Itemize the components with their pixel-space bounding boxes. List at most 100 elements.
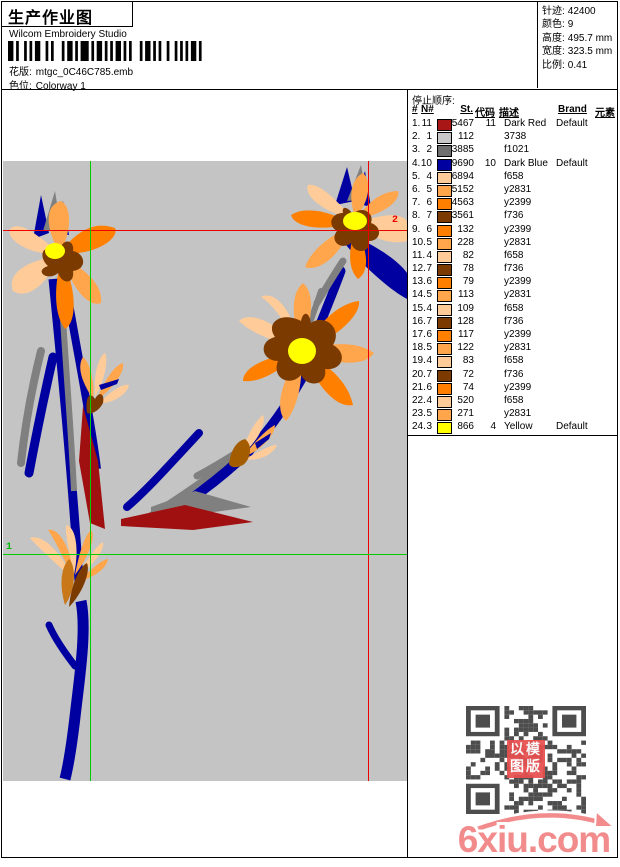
guide-marker-2: 2	[392, 215, 399, 226]
table-row: 14. 5 113 y2831	[411, 289, 617, 303]
cell-st: 122	[457, 342, 474, 354]
table-body: 1. 11 5467 11 Dark Red Default 2. 1 112 3738 3. 2 38…	[411, 118, 617, 435]
cell-desc: y2399	[504, 223, 532, 235]
cell-st: 3885	[451, 144, 474, 156]
worksheet-frame: 生产作业图 Wilcom Embroidery Studio 花版: mtgc_0…	[1, 1, 618, 863]
cell-n: 6	[426, 197, 432, 209]
col-brand: Brand	[558, 104, 587, 115]
cell-n: 6	[426, 276, 432, 288]
cell-st: 520	[457, 394, 474, 406]
table-row: 3. 2 3885 f1021	[411, 144, 617, 158]
cell-n: 3	[426, 421, 432, 433]
table-row: 1. 11 5467 11 Dark Red Default	[411, 118, 617, 131]
table-row: 11. 4 82 f658	[411, 250, 617, 263]
cell-n: 4	[426, 394, 432, 406]
col-stitches: St.	[460, 104, 473, 115]
cell-st: 79	[462, 276, 474, 288]
barcode	[8, 41, 202, 61]
cell-desc: Dark Red	[504, 118, 547, 129]
table-row: 4. 10 9690 10 Dark Blue Default	[411, 158, 617, 171]
cell-desc: y2831	[504, 342, 532, 354]
colorway-value: Colorway 1	[35, 81, 86, 92]
design-canvas: 1 2	[3, 161, 407, 781]
cell-desc: f658	[504, 355, 524, 367]
cell-st: 112	[458, 131, 474, 143]
cell-brand: Default	[556, 118, 588, 129]
cell-st: 6894	[451, 170, 474, 182]
cell-n: 5	[426, 183, 432, 195]
stop-sequence-table: 停止顺序: # N# St. 代码 描述 Brand 元素 1. 11 5467 11…	[408, 90, 617, 436]
stat-stitches: 针迹: 42400	[542, 6, 596, 17]
cell-code: 10	[484, 157, 496, 169]
red-guide-horizontal	[3, 230, 407, 231]
cell-st: 228	[457, 236, 474, 248]
cell-n: 4	[426, 249, 432, 261]
table-row: 24. 3 866 4 Yellow Default	[411, 421, 617, 435]
cell-desc: y2399	[504, 197, 532, 209]
table-row: 17. 6 117 y2399	[411, 329, 617, 342]
stat-width: 宽度: 323.5 mm	[542, 46, 613, 58]
cell-n: 6	[426, 223, 432, 235]
cell-n: 5	[426, 408, 432, 420]
table-row: 5. 4 6894 f658	[411, 171, 617, 184]
table-row: 16. 7 128 f736	[411, 316, 617, 329]
col-element: 元素	[595, 108, 615, 119]
table-row: 19. 4 83 f658	[411, 355, 617, 369]
cell-st: 113	[458, 289, 474, 301]
stat-height: 高度: 495.7 mm	[542, 32, 613, 44]
cell-brand: Default	[556, 421, 588, 433]
cell-st: 3561	[451, 210, 474, 222]
cell-n: 4	[426, 355, 432, 367]
logo-text: 6xiu.com	[458, 819, 610, 860]
table-row: 23. 5 271 y2831	[411, 408, 617, 422]
pattern-line: 花版: mtgc_0C46C785.emb	[9, 63, 133, 78]
cell-n: 6	[426, 329, 432, 340]
site-logo: 6xiu.com	[452, 806, 620, 863]
cell-desc: f736	[504, 210, 524, 222]
cell-st: 132	[457, 223, 474, 235]
cell-st: 78	[462, 263, 474, 275]
cell-n: 11	[421, 118, 432, 129]
colorway-label: 色位:	[9, 81, 32, 92]
cell-n: 4	[426, 170, 432, 182]
cell-st: 83	[462, 355, 474, 367]
cell-n: 10	[420, 157, 432, 169]
col-needle: N#	[421, 104, 434, 115]
cell-st: 5467	[451, 118, 474, 129]
stat-scale: 比例: 0.41	[542, 59, 588, 71]
table-header-row: # N# St. 代码 描述 Brand 元素	[411, 104, 617, 119]
cell-code: 4	[490, 421, 496, 433]
table-row: 6. 5 5152 y2831	[411, 184, 617, 197]
cell-st: 72	[462, 368, 474, 380]
table-row: 13. 6 79 y2399	[411, 276, 617, 290]
table-row: 8. 7 3561 f736	[411, 210, 617, 224]
cell-st: 866	[457, 421, 474, 433]
cell-st: 4563	[451, 197, 474, 209]
cell-desc: f1021	[504, 144, 530, 156]
cell-desc: y2831	[504, 183, 532, 195]
cell-desc: f658	[504, 249, 524, 261]
table-row: 2. 1 112 3738	[411, 131, 617, 145]
cell-n: 7	[426, 263, 432, 275]
cell-n: 7	[426, 315, 432, 327]
cell-n: 5	[426, 289, 432, 301]
stat-colors: 颜色: 9	[542, 19, 574, 31]
cell-desc: y2831	[504, 289, 532, 301]
table-row: 20. 7 72 f736	[411, 369, 617, 382]
cell-n: 4	[426, 302, 432, 314]
production-worksheet-page: { "header": { "title": "生产作业图", "subtitl…	[0, 0, 620, 863]
cell-st: 128	[457, 315, 474, 327]
table-row: 9. 6 132 y2399	[411, 224, 617, 237]
table-row: 7. 6 4563 y2399	[411, 197, 617, 211]
cell-desc: f736	[504, 315, 524, 327]
cell-n: 7	[426, 368, 432, 380]
cell-desc: f658	[504, 170, 524, 182]
cell-n: 5	[426, 236, 432, 248]
table-row: 21. 6 74 y2399	[411, 382, 617, 395]
cell-desc: f736	[504, 263, 524, 275]
col-code: 代码	[475, 108, 495, 119]
cell-desc: y2831	[504, 408, 532, 420]
col-hash: #	[412, 104, 418, 115]
cell-desc: Yellow	[504, 421, 533, 433]
cell-st: 9690	[451, 157, 474, 169]
